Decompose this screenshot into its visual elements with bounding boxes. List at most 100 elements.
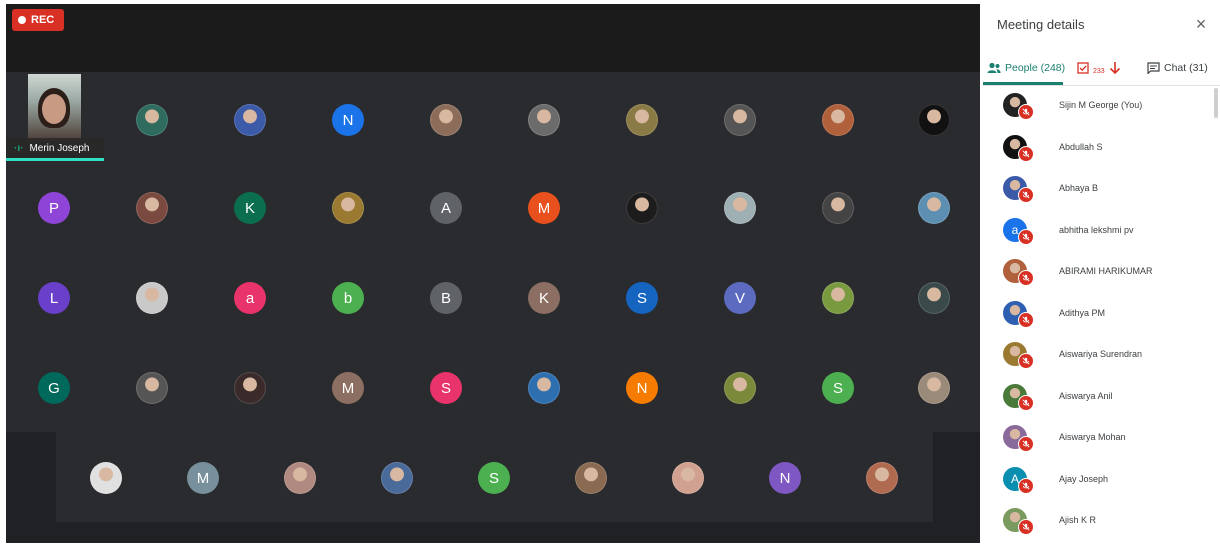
participant-avatar-photo[interactable] bbox=[528, 104, 560, 136]
participant-avatar-letter[interactable]: N bbox=[769, 462, 801, 494]
participant-avatar-letter[interactable]: P bbox=[38, 192, 70, 224]
participant-avatar-photo[interactable] bbox=[90, 462, 122, 494]
self-name: Merin Joseph bbox=[29, 142, 90, 154]
mic-off-icon bbox=[1018, 519, 1034, 535]
participant-name: abhitha lekshmi pv bbox=[1059, 224, 1134, 235]
participant-avatar-letter[interactable]: K bbox=[234, 192, 266, 224]
list-item[interactable]: Sijin M George (You) bbox=[983, 86, 1213, 126]
participant-avatar-photo[interactable] bbox=[136, 104, 168, 136]
participant-avatar-photo[interactable] bbox=[822, 104, 854, 136]
tab-chat-label: Chat (31) bbox=[1164, 62, 1208, 74]
participant-avatar-letter[interactable]: A bbox=[430, 192, 462, 224]
participant-name: Adithya PM bbox=[1059, 307, 1106, 318]
list-item[interactable]: Aiswarya Mohan bbox=[983, 418, 1213, 458]
list-item[interactable]: a abhitha lekshmi pv bbox=[983, 211, 1213, 251]
recording-badge: REC bbox=[12, 9, 64, 31]
people-list: Sijin M George (You) Abdullah S Abhaya B aa… bbox=[983, 86, 1213, 546]
participant-avatar-photo[interactable] bbox=[918, 104, 950, 136]
participant-avatar-photo[interactable] bbox=[822, 282, 854, 314]
avatar-initial: N bbox=[636, 379, 648, 397]
participant-avatar-letter[interactable]: b bbox=[332, 282, 364, 314]
participant-avatar-letter[interactable]: a bbox=[234, 282, 266, 314]
participant-avatar-photo[interactable] bbox=[136, 372, 168, 404]
record-dot-icon bbox=[18, 16, 26, 24]
list-item[interactable]: Abdullah S bbox=[983, 128, 1213, 168]
avatar-initial: b bbox=[343, 289, 353, 307]
participant-name: Aiswarya Anil bbox=[1059, 390, 1113, 401]
participant-avatar-letter[interactable]: M bbox=[528, 192, 560, 224]
participant-avatar-photo[interactable] bbox=[724, 104, 756, 136]
list-item[interactable]: Aiswariya Surendran bbox=[983, 335, 1213, 375]
participant-avatar-letter[interactable]: M bbox=[332, 372, 364, 404]
list-item[interactable]: ABIRAMI HARIKUMAR bbox=[983, 252, 1213, 292]
avatar-initial: V bbox=[734, 289, 745, 307]
participant-avatar-letter[interactable]: L bbox=[38, 282, 70, 314]
tab-people[interactable]: People (248) bbox=[987, 58, 1065, 78]
participant-avatar-photo[interactable] bbox=[381, 462, 413, 494]
active-speaker-underline bbox=[6, 158, 104, 161]
participant-avatar-photo[interactable] bbox=[136, 282, 168, 314]
people-icon bbox=[987, 62, 1001, 73]
participant-avatar-letter[interactable]: N bbox=[626, 372, 658, 404]
mic-off-icon bbox=[1018, 270, 1034, 286]
self-video-tile[interactable] bbox=[28, 74, 81, 142]
participant-avatar-letter[interactable]: M bbox=[187, 462, 219, 494]
participant-avatar-photo[interactable] bbox=[284, 462, 316, 494]
participant-avatar-photo[interactable] bbox=[724, 372, 756, 404]
participant-avatar-photo[interactable] bbox=[528, 372, 560, 404]
list-item[interactable]: Aiswarya Anil bbox=[983, 377, 1213, 417]
participant-avatar-photo[interactable] bbox=[918, 282, 950, 314]
list-item[interactable]: Ajish K R bbox=[983, 501, 1213, 541]
participant-avatar-photo[interactable] bbox=[918, 372, 950, 404]
people-list-scrollbar[interactable] bbox=[1214, 88, 1218, 118]
participant-avatar-letter[interactable]: K bbox=[528, 282, 560, 314]
meeting-details-panel: Meeting details × People (248) 233 Chat … bbox=[983, 0, 1220, 546]
participant-name: Ajish K R bbox=[1059, 515, 1097, 525]
participant-avatar-photo[interactable] bbox=[575, 462, 607, 494]
avatar-initial: N bbox=[779, 469, 791, 487]
participant-avatar-letter[interactable]: S bbox=[822, 372, 854, 404]
participant-avatar-photo[interactable] bbox=[822, 192, 854, 224]
participant-avatar-photo[interactable] bbox=[430, 104, 462, 136]
list-item[interactable]: A Ajay Joseph bbox=[983, 460, 1213, 500]
participant-avatar-photo[interactable] bbox=[136, 192, 168, 224]
participant-avatar-letter[interactable]: V bbox=[724, 282, 756, 314]
participant-name: Ajay Joseph bbox=[1059, 473, 1109, 484]
participant-avatar-photo[interactable] bbox=[672, 462, 704, 494]
list-item[interactable]: Abhaya B bbox=[983, 169, 1213, 209]
avatar-initial: S bbox=[488, 469, 499, 487]
participant-name: Abdullah S bbox=[1059, 141, 1103, 152]
participant-avatar-photo[interactable] bbox=[332, 192, 364, 224]
close-panel-button[interactable]: × bbox=[1192, 15, 1210, 33]
mic-off-icon bbox=[1018, 228, 1034, 245]
participant-avatar-photo[interactable] bbox=[234, 104, 266, 136]
avatar-initial: N bbox=[342, 111, 354, 129]
avatar-initial: S bbox=[440, 379, 451, 397]
participant-avatar-letter[interactable]: S bbox=[626, 282, 658, 314]
self-name-label: ·ı· Merin Joseph bbox=[6, 138, 104, 158]
tab-activities[interactable]: 233 bbox=[1077, 58, 1121, 78]
participant-avatar-photo[interactable] bbox=[724, 192, 756, 224]
participant-avatar-photo[interactable] bbox=[626, 104, 658, 136]
panel-title: Meeting details bbox=[997, 17, 1085, 32]
mic-off-icon bbox=[1018, 436, 1034, 452]
participant-avatar-photo[interactable] bbox=[866, 462, 898, 494]
participant-avatar-letter[interactable]: B bbox=[430, 282, 462, 314]
participant-avatar-photo[interactable] bbox=[626, 192, 658, 224]
avatar-initial: B bbox=[440, 289, 451, 307]
participant-avatar-letter[interactable]: N bbox=[332, 104, 364, 136]
mic-off-icon bbox=[1018, 104, 1034, 120]
mic-off-icon bbox=[1018, 311, 1034, 328]
avatar-initial: M bbox=[341, 379, 355, 397]
participant-avatar-letter[interactable]: S bbox=[430, 372, 462, 404]
avatar-initial: K bbox=[538, 289, 549, 307]
mic-off-icon bbox=[1018, 394, 1034, 411]
list-item[interactable]: Adithya PM bbox=[983, 294, 1213, 334]
participant-avatar-photo[interactable] bbox=[918, 192, 950, 224]
participant-avatar-letter[interactable]: S bbox=[478, 462, 510, 494]
participant-avatar-letter[interactable]: G bbox=[38, 372, 70, 404]
participant-name: Aiswarya Mohan bbox=[1059, 432, 1126, 442]
avatar-initial: S bbox=[636, 289, 647, 307]
participant-avatar-photo[interactable] bbox=[234, 372, 266, 404]
tab-chat[interactable]: Chat (31) bbox=[1147, 58, 1208, 78]
